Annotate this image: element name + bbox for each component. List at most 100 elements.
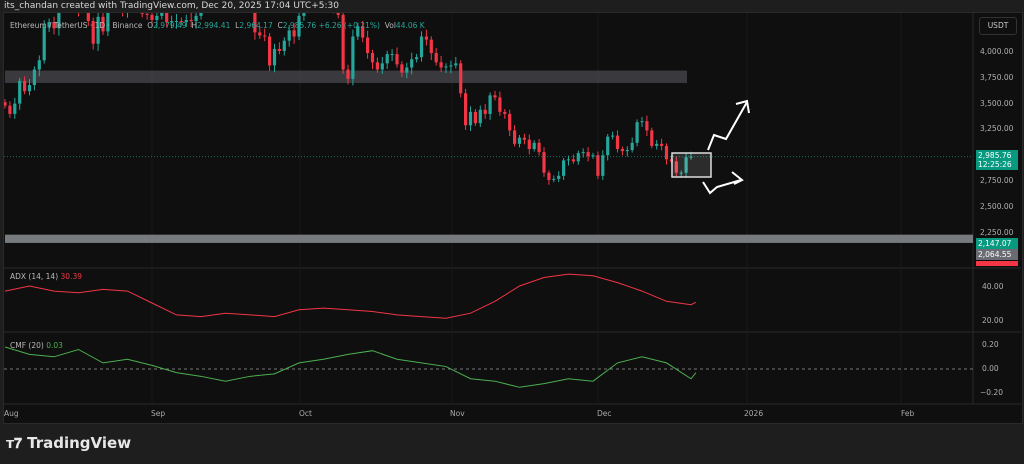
- bar-countdown: 12:25:26: [978, 160, 1012, 169]
- candle: [596, 155, 600, 176]
- candle: [483, 109, 487, 114]
- time-tick-nov: Nov: [450, 409, 465, 418]
- close-value: 2,985.76: [282, 21, 317, 30]
- cmf-value: 0.03: [46, 341, 63, 350]
- candle: [434, 53, 438, 63]
- candle: [23, 80, 27, 92]
- candle: [611, 135, 615, 137]
- candle: [439, 62, 443, 68]
- candle: [635, 122, 639, 143]
- time-tick-feb: Feb: [901, 409, 915, 418]
- candle: [591, 155, 595, 157]
- candle: [8, 105, 12, 114]
- adx-label: ADX (14, 14): [10, 272, 59, 281]
- candle: [410, 59, 414, 68]
- candle: [332, 0, 335, 6]
- candle: [508, 113, 512, 131]
- candle: [513, 130, 517, 144]
- currency-button[interactable]: USDT: [979, 17, 1017, 35]
- candle: [615, 135, 620, 150]
- candle: [459, 63, 463, 94]
- last-price-tag: 2,985.76 12:25:26: [976, 150, 1018, 170]
- candle: [517, 137, 522, 144]
- level-tag-2: 2,064.55: [976, 249, 1018, 260]
- candle: [488, 95, 492, 114]
- candle: [4, 102, 7, 106]
- bullish-arrow: [707, 101, 748, 151]
- candle: [625, 150, 629, 152]
- candle: [640, 121, 644, 123]
- candle: [145, 13, 149, 15]
- candle: [42, 27, 46, 61]
- symbol[interactable]: Ethereum / TetherUS: [10, 21, 88, 30]
- candle: [464, 93, 468, 126]
- cmf-legend[interactable]: CMF (20) 0.03: [10, 341, 63, 350]
- candle: [336, 13, 340, 15]
- candle: [571, 159, 575, 162]
- brand-name: TradingView: [27, 434, 132, 452]
- price-tick: 3,750.00: [980, 72, 1014, 82]
- adx-legend[interactable]: ADX (14, 14) 30.39: [10, 272, 82, 281]
- consolidation-box: [671, 152, 712, 178]
- candle: [370, 53, 375, 63]
- candle: [395, 54, 399, 65]
- interval[interactable]: 1D: [95, 21, 106, 30]
- candle: [557, 175, 561, 179]
- price-tick: 2,500.00: [980, 201, 1014, 211]
- level-tag-1: 2,147.07: [976, 238, 1018, 249]
- candle: [155, 15, 159, 21]
- candle: [126, 0, 129, 13]
- candle: [537, 142, 541, 153]
- candle: [13, 103, 17, 114]
- candle: [351, 36, 355, 79]
- candle: [473, 111, 477, 124]
- last-price: 2,985.76: [978, 151, 1012, 160]
- candle: [566, 159, 571, 161]
- candle: [258, 32, 262, 36]
- cmf-line: [4, 346, 697, 388]
- candle: [454, 63, 458, 66]
- candle: [650, 130, 654, 146]
- candle: [493, 95, 497, 98]
- candle: [327, 0, 330, 6]
- candle: [532, 142, 536, 150]
- tradingview-logo[interactable]: ᴛ𝟕 TradingView: [6, 434, 131, 452]
- candle: [272, 48, 277, 66]
- candle: [160, 13, 164, 16]
- resistance-zone: [5, 70, 687, 83]
- candle: [375, 62, 379, 70]
- candle: [302, 13, 306, 16]
- change-value: +6.26 (+0.21%): [318, 21, 380, 30]
- exchange: Binance: [112, 21, 143, 30]
- time-tick-2026: 2026: [744, 409, 764, 418]
- time-tick-aug: Aug: [4, 409, 19, 418]
- candle: [150, 14, 154, 21]
- candle: [121, 0, 124, 13]
- candle: [419, 36, 424, 58]
- candle: [77, 7, 80, 9]
- candle: [27, 85, 32, 92]
- price-chart[interactable]: [0, 0, 1024, 464]
- candle: [385, 54, 389, 64]
- candle: [400, 64, 404, 73]
- candle: [586, 152, 590, 157]
- volume-value: 44.06 K: [395, 21, 425, 30]
- price-tick: 3,500.00: [980, 98, 1014, 108]
- high-value: 2,994.41: [196, 21, 231, 30]
- candle: [601, 155, 605, 176]
- cmf-axis-zero: 0.00: [982, 364, 999, 373]
- adx-axis-20: 20.00: [982, 316, 1004, 325]
- bearish-arrow: [702, 179, 742, 195]
- candle: [542, 152, 546, 173]
- candle: [630, 142, 634, 151]
- time-tick-oct: Oct: [299, 409, 312, 418]
- candle: [620, 149, 624, 152]
- candle: [429, 39, 433, 54]
- vol-label: Vol: [384, 21, 396, 30]
- open-value: 2,979.49: [153, 21, 187, 30]
- time-tick-dec: Dec: [597, 409, 612, 418]
- candle: [292, 30, 296, 37]
- candle: [562, 160, 566, 176]
- candle: [527, 139, 531, 150]
- candle: [380, 63, 384, 70]
